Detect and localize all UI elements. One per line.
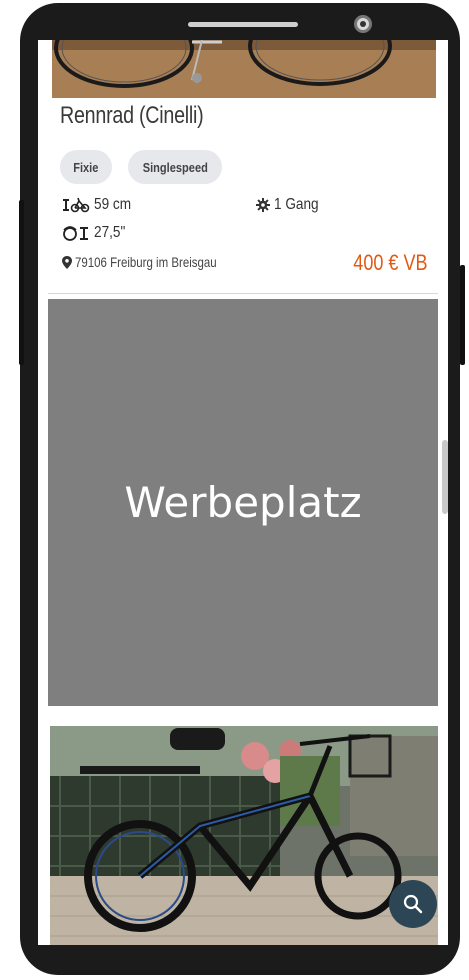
wheel-size-value: 27,5" (94, 224, 126, 241)
bike-photo-illustration (50, 726, 438, 945)
ad-label: Werbeplatz (124, 478, 362, 527)
listing-location: 79106 Freiburg im Breisgau (62, 254, 248, 270)
phone-camera (354, 15, 372, 33)
tag-singlespeed[interactable]: Singlespeed (128, 150, 222, 184)
listing-divider (48, 293, 438, 294)
phone-side-button-left (19, 200, 24, 365)
app-screen: Rennrad (Cinelli) Fixie Singlespeed 59 c… (38, 40, 448, 945)
map-pin-icon (62, 255, 72, 269)
gear-icon (256, 198, 270, 212)
tag-label: Singlespeed (142, 159, 208, 175)
tag-label: Fixie (73, 159, 99, 175)
bike-wheels-illustration (52, 40, 436, 98)
location-text: 79106 Freiburg im Breisgau (75, 254, 217, 270)
ad-placeholder[interactable]: Werbeplatz (48, 299, 438, 706)
wheel-size-icon (63, 226, 88, 241)
search-icon (403, 894, 423, 914)
listing-price: 400 € VB (353, 250, 428, 275)
gears-value: 1 Gang (274, 196, 319, 213)
frame-size-value: 59 cm (94, 196, 132, 213)
listing-image[interactable] (52, 40, 436, 98)
phone-speaker (188, 22, 298, 27)
spec-frame-size: 59 cm (62, 196, 138, 214)
scrollbar[interactable] (442, 440, 448, 514)
listing-image-next[interactable] (50, 726, 438, 945)
listing-title[interactable]: Rennrad (Cinelli) (60, 102, 204, 130)
tag-fixie[interactable]: Fixie (60, 150, 112, 184)
search-fab-button[interactable] (389, 880, 437, 928)
phone-side-button-right (460, 265, 465, 365)
spec-wheel-size: 27,5" (62, 224, 131, 242)
frame-size-icon (63, 197, 90, 213)
spec-gears: 1 Gang (256, 196, 326, 214)
